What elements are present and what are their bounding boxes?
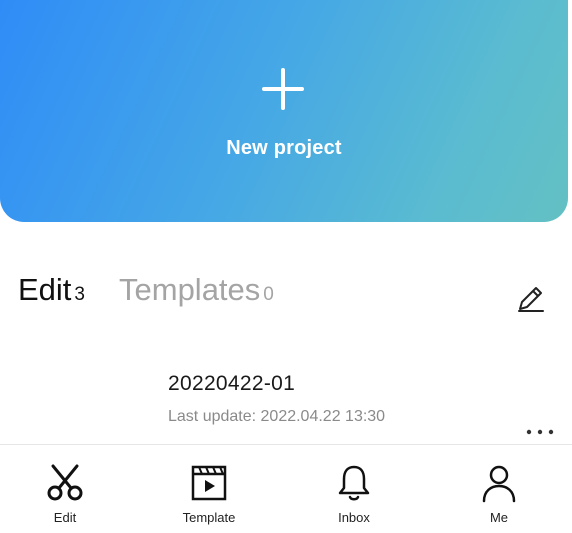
bottom-navigation: Edit Template Inbox Me <box>0 444 572 533</box>
tab-edit-count: 3 <box>74 284 85 305</box>
nav-template-label: Template <box>182 510 236 525</box>
nav-me[interactable]: Me <box>439 445 559 533</box>
project-list-item[interactable]: 20220422-01 Last update: 2022.04.22 13:3… <box>0 360 572 444</box>
tab-templates-label: Templates <box>119 272 261 307</box>
bell-icon <box>338 465 370 501</box>
project-name: 20220422-01 <box>168 372 296 395</box>
nav-edit-label: Edit <box>53 510 77 525</box>
tab-templates[interactable]: Templates 0 <box>119 272 274 308</box>
new-project-label: New project <box>226 137 342 159</box>
nav-template[interactable]: Template <box>149 445 269 533</box>
app-screen: New project Edit 3 Templates 0 20220422-… <box>0 0 572 533</box>
tab-edit[interactable]: Edit 3 <box>18 272 85 308</box>
pencil-icon[interactable] <box>514 281 548 315</box>
scissors-icon <box>47 464 83 501</box>
nav-inbox-label: Inbox <box>338 510 370 525</box>
nav-me-label: Me <box>489 510 509 525</box>
template-icon <box>191 465 227 501</box>
person-icon <box>482 465 516 503</box>
tab-edit-label: Edit <box>18 272 72 307</box>
project-last-update: Last update: 2022.04.22 13:30 <box>168 408 386 425</box>
more-horizontal-icon[interactable] <box>524 424 556 440</box>
tab-templates-count: 0 <box>263 284 274 305</box>
nav-inbox[interactable]: Inbox <box>294 445 414 533</box>
plus-icon <box>262 68 304 110</box>
new-project-button[interactable]: New project <box>0 0 568 222</box>
nav-edit[interactable]: Edit <box>5 445 125 533</box>
